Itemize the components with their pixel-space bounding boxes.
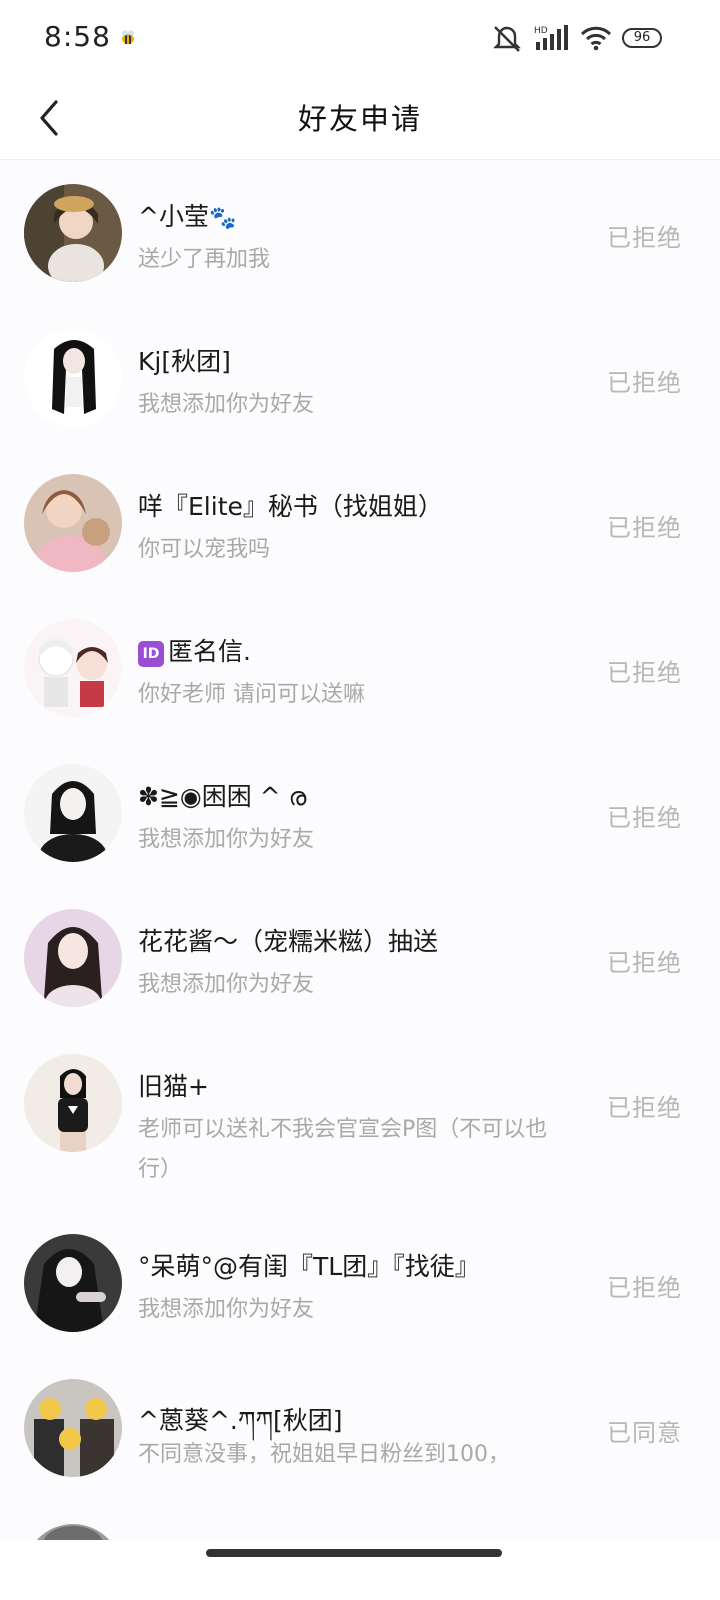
avatar[interactable] [24,474,122,572]
requester-name: ^小莹🐾 [138,202,237,231]
request-status: 已拒绝 [607,804,682,832]
avatar[interactable] [24,764,122,862]
status-time: 8:58 [44,20,111,53]
signal-icon: HD [534,25,568,50]
requester-name: ID 匿名信. [138,632,578,668]
wifi-icon [580,26,612,51]
list-item[interactable]: ^蒽葵^.ཀཀ[秋团] 不同意没事，祝姐姐早日粉丝到100， 已同意 [0,1355,720,1500]
list-item[interactable]: ✽≧◉困困 ^ ര 我想添加你为好友 已拒绝 [0,740,720,885]
requester-name: 旧猫+ [138,1072,209,1101]
request-status: 已拒绝 [607,1094,682,1122]
list-item[interactable]: 咩『Elite』秘书（找姐姐） 你可以宠我吗 已拒绝 [0,450,720,595]
network-type-label: HD [534,26,548,36]
status-bar: 8:58 HD 96 [0,0,720,78]
request-status: 已拒绝 [607,224,682,252]
requester-name: °呆萌°@有闺『TL团』『找徒』 [138,1252,480,1281]
request-status: 已拒绝 [607,1274,682,1302]
requester-name: 咩『Elite』秘书（找姐姐） [138,492,443,521]
request-status: 已拒绝 [607,369,682,397]
list-item-partial[interactable] [0,1500,720,1540]
battery-indicator: 96 [622,28,662,48]
list-item[interactable]: ^小莹🐾 送少了再加我 已拒绝 [0,160,720,305]
request-status: 已拒绝 [607,659,682,687]
request-status: 已同意 [607,1419,682,1447]
request-message: 老师可以送礼不我会官宣会P图（不可以也行） [138,1117,548,1182]
avatar[interactable] [24,329,122,427]
home-indicator[interactable] [206,1549,502,1557]
request-message: 你可以宠我吗 [138,537,271,562]
request-message: 我想添加你为好友 [138,972,315,997]
bee-icon [122,30,134,44]
request-message: 送少了再加我 [138,247,271,272]
request-message: 不同意没事，祝姐姐早日粉丝到100， [138,1442,510,1467]
avatar[interactable] [24,1379,122,1477]
avatar[interactable] [24,1234,122,1332]
avatar[interactable] [24,1524,122,1540]
requester-name: ✽≧◉困困 ^ ര [138,782,307,811]
request-message: 我想添加你为好友 [138,392,315,417]
request-message: 我想添加你为好友 [138,827,315,852]
request-status: 已拒绝 [607,949,682,977]
avatar[interactable] [24,619,122,717]
requester-name: 花花酱～（宠糯米糍）抽送 [138,927,439,956]
request-message: 你好老师 请问可以送嘛 [138,682,365,707]
nav-bar: 好友申请 [0,78,720,160]
status-icons: HD 96 [490,20,662,56]
list-item[interactable]: ID 匿名信. 你好老师 请问可以送嘛 已拒绝 [0,595,720,740]
list-item[interactable]: 旧猫+ 老师可以送礼不我会官宣会P图（不可以也行） 已拒绝 [0,1030,720,1210]
page-title: 好友申请 [297,102,422,136]
list-item[interactable]: Kj[秋团] 我想添加你为好友 已拒绝 [0,305,720,450]
requester-name: Kj[秋团] [138,347,231,376]
list-item[interactable]: °呆萌°@有闺『TL团』『找徒』 我想添加你为好友 已拒绝 [0,1210,720,1355]
paw-icon: 🐾 [208,206,237,231]
id-badge-icon: ID [138,641,164,667]
mute-vibrate-icon [493,26,521,52]
request-message: 我想添加你为好友 [138,1297,315,1322]
list-item[interactable]: 花花酱～（宠糯米糍）抽送 我想添加你为好友 已拒绝 [0,885,720,1030]
friend-request-list[interactable]: ^小莹🐾 送少了再加我 已拒绝 Kj[秋团] 我想添加你为好友 已拒绝 咩『El… [0,160,720,1540]
avatar[interactable] [24,909,122,1007]
avatar[interactable] [24,1054,122,1152]
request-status: 已拒绝 [607,514,682,542]
avatar[interactable] [24,184,122,282]
